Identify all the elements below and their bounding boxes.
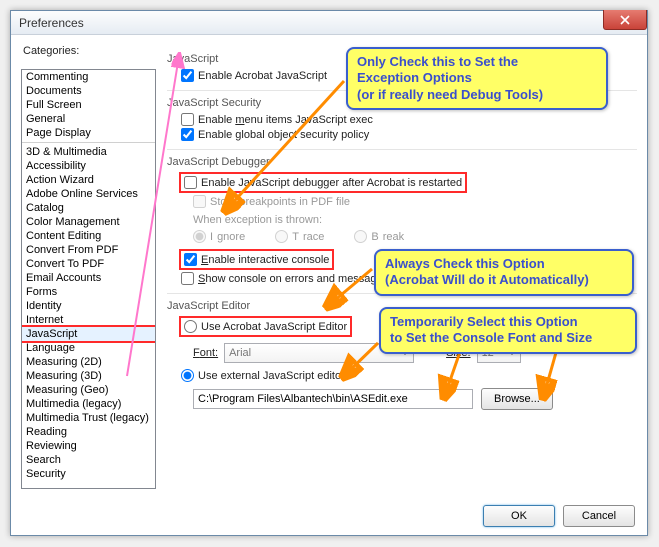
group-js-debugger: JavaScript Debugger — [167, 156, 637, 168]
category-content-editing[interactable]: Content Editing — [22, 229, 155, 243]
category-javascript[interactable]: JavaScript — [22, 327, 155, 341]
category-reviewing[interactable]: Reviewing — [22, 439, 155, 453]
chk-enable-interactive-console[interactable]: Enable interactive console — [184, 253, 329, 266]
category-convert-to-pdf[interactable]: Convert To PDF — [22, 257, 155, 271]
when-exception-label: When exception is thrown: — [193, 214, 637, 226]
category-3d-multimedia[interactable]: 3D & Multimedia — [22, 145, 155, 159]
category-multimedia-legacy-[interactable]: Multimedia (legacy) — [22, 397, 155, 411]
category-reading[interactable]: Reading — [22, 425, 155, 439]
chk-enable-debugger-box[interactable] — [184, 176, 197, 189]
category-security[interactable]: Security — [22, 467, 155, 481]
category-measuring-3d-[interactable]: Measuring (3D) — [22, 369, 155, 383]
chk-show-console-errors-box[interactable] — [181, 272, 194, 285]
category-measuring-2d-[interactable]: Measuring (2D) — [22, 355, 155, 369]
chk-enable-global-security[interactable]: Enable global object security policy — [181, 128, 637, 141]
radio-use-acrobat-editor[interactable]: Use Acrobat JavaScript Editor — [184, 320, 347, 333]
categories-list[interactable]: CommentingDocumentsFull ScreenGeneralPag… — [21, 69, 156, 489]
preferences-window: Preferences Categories: CommentingDocume… — [10, 10, 648, 536]
category-catalog[interactable]: Catalog — [22, 201, 155, 215]
chk-enable-acrobat-js-box[interactable] — [181, 69, 194, 82]
category-accessibility[interactable]: Accessibility — [22, 159, 155, 173]
chk-store-breakpoints: Store breakpoints in PDF file — [193, 195, 637, 208]
chk-enable-menu-items[interactable]: Enable menu items JavaScript exec — [181, 113, 637, 126]
external-editor-path[interactable] — [193, 389, 473, 409]
font-label: Font: — [193, 347, 218, 359]
category-internet[interactable]: Internet — [22, 313, 155, 327]
category-measuring-geo-[interactable]: Measuring (Geo) — [22, 383, 155, 397]
category-action-wizard[interactable]: Action Wizard — [22, 173, 155, 187]
chk-enable-global-security-box[interactable] — [181, 128, 194, 141]
ok-button[interactable]: OK — [483, 505, 555, 527]
cancel-button[interactable]: Cancel — [563, 505, 635, 527]
category-search[interactable]: Search — [22, 453, 155, 467]
dialog-footer: OK Cancel — [483, 505, 635, 527]
callout-debugger: Only Check this to Set the Exception Opt… — [346, 47, 608, 110]
chk-enable-interactive-console-box[interactable] — [184, 253, 197, 266]
radio-break: Break — [354, 230, 404, 243]
callout-editor: Temporarily Select this Option to Set th… — [379, 307, 637, 354]
category-forms[interactable]: Forms — [22, 285, 155, 299]
category-commenting[interactable]: Commenting — [22, 70, 155, 84]
category-identity[interactable]: Identity — [22, 299, 155, 313]
radio-trace: Trace — [275, 230, 324, 243]
category-multimedia-trust-legacy-[interactable]: Multimedia Trust (legacy) — [22, 411, 155, 425]
chk-enable-debugger[interactable]: Enable JavaScript debugger after Acrobat… — [184, 176, 462, 189]
browse-button[interactable]: Browse... — [481, 388, 553, 410]
radio-use-external-editor[interactable]: Use external JavaScript editor — [181, 369, 637, 382]
category-email-accounts[interactable]: Email Accounts — [22, 271, 155, 285]
exception-radios: IIgnoregnore Trace Break — [193, 230, 637, 243]
category-documents[interactable]: Documents — [22, 84, 155, 98]
titlebar[interactable]: Preferences — [11, 11, 647, 35]
radio-use-external-editor-box[interactable] — [181, 369, 194, 382]
category-color-management[interactable]: Color Management — [22, 215, 155, 229]
close-icon — [620, 15, 630, 25]
radio-use-acrobat-editor-box[interactable] — [184, 320, 197, 333]
radio-ignore: IIgnoregnore — [193, 230, 245, 243]
category-convert-from-pdf[interactable]: Convert From PDF — [22, 243, 155, 257]
callout-interactive: Always Check this Option (Acrobat Will d… — [374, 249, 634, 296]
category-general[interactable]: General — [22, 112, 155, 126]
category-full-screen[interactable]: Full Screen — [22, 98, 155, 112]
category-page-display[interactable]: Page Display — [22, 126, 155, 140]
close-button[interactable] — [603, 10, 647, 30]
category-adobe-online-services[interactable]: Adobe Online Services — [22, 187, 155, 201]
chk-store-breakpoints-box — [193, 195, 206, 208]
window-title: Preferences — [15, 16, 84, 30]
category-language[interactable]: Language — [22, 341, 155, 355]
chk-enable-menu-items-box[interactable] — [181, 113, 194, 126]
